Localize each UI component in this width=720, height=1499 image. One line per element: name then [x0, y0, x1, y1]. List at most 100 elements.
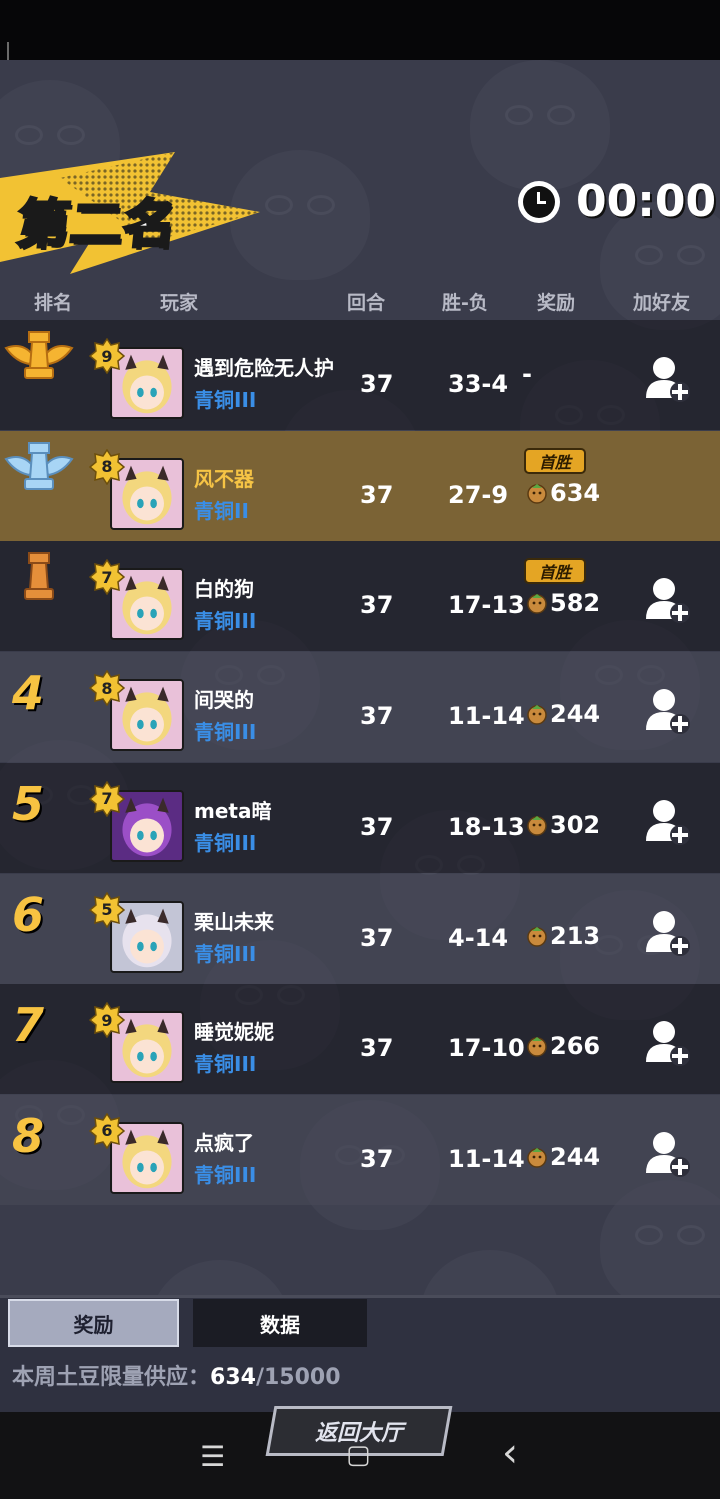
win-loss-value: 17-13 — [448, 591, 525, 620]
home-icon[interactable]: ▢ — [346, 1440, 371, 1470]
reward-value: 634 — [550, 478, 601, 507]
rounds-value: 37 — [360, 591, 394, 620]
level-badge: 7 — [88, 780, 126, 818]
supply-label: 本周土豆限量供应： — [12, 1365, 211, 1390]
player-name: meta暗 — [194, 798, 272, 823]
potato-coin-icon — [526, 592, 548, 615]
player-name: 间哭的 — [194, 688, 254, 713]
reward-value: 582 — [550, 589, 601, 618]
player-tier: 青铜III — [194, 941, 257, 966]
level-badge: 9 — [88, 337, 126, 375]
header-reward: 奖励 — [537, 292, 576, 314]
header-add-friend: 加好友 — [633, 292, 691, 314]
level-badge: 7 — [88, 559, 126, 596]
bottom-panel: 奖励 数据 本周土豆限量供应：634/15000 — [0, 1295, 720, 1412]
level-value: 7 — [101, 789, 113, 809]
weekly-supply: 本周土豆限量供应：634/15000 — [12, 1359, 341, 1391]
add-friend-icon[interactable] — [642, 1129, 692, 1179]
player-row: 4 8 间哭的 青铜III 37 11-14 244 — [0, 652, 720, 763]
win-loss-value: 17-10 — [448, 1034, 525, 1063]
player-name: 栗山未来 — [194, 909, 274, 934]
player-row: 7 白的狗青铜III 37 17-13 首胜 582 — [0, 541, 720, 652]
rounds-value: 37 — [360, 1034, 394, 1063]
supply-max: /15000 — [255, 1365, 341, 1390]
player-name: 遇到危险无人护 — [194, 356, 334, 380]
silver-trophy-icon — [2, 439, 76, 495]
player-tier: 青铜III — [194, 1162, 257, 1187]
menu-icon[interactable]: ☰ — [200, 1440, 225, 1473]
win-loss-value: 18-13 — [448, 812, 525, 841]
reward: 582 — [526, 589, 600, 617]
level-badge: 6 — [88, 1112, 126, 1150]
gold-trophy-icon — [2, 328, 76, 384]
header-rank: 排名 — [34, 292, 73, 314]
level-badge: 8 — [88, 669, 126, 707]
player-row: 9 遇到危险无人护 青铜III 37 33-4- — [0, 320, 720, 430]
reward-value: 244 — [550, 700, 601, 729]
level-value: 9 — [101, 346, 113, 366]
reward: 634 — [526, 479, 600, 507]
player-name: 睡觉妮妮 — [194, 1020, 274, 1045]
player-row: 8 6 点疯了青铜III 37 11-14 244 — [0, 1094, 720, 1205]
add-friend-icon[interactable] — [642, 354, 692, 404]
player-tier: 青铜III — [194, 720, 257, 745]
win-loss-value: 11-14 — [448, 1144, 525, 1173]
first-win-badge: 首胜 — [524, 558, 586, 585]
player-tier: 青铜III — [194, 609, 257, 634]
reward-value: 266 — [550, 1032, 601, 1061]
potato-coin-icon — [526, 814, 548, 836]
reward-value: 302 — [550, 810, 601, 839]
rank-number: 6 — [12, 887, 45, 942]
rounds-value: 37 — [360, 923, 394, 952]
supply-current: 634 — [210, 1365, 256, 1390]
potato-coin-icon — [526, 482, 548, 504]
header-player: 玩家 — [160, 292, 199, 314]
reward: 302 — [526, 811, 600, 839]
rank-number: 4 — [12, 666, 45, 721]
add-friend-icon[interactable] — [642, 575, 692, 625]
player-name: 白的狗 — [194, 577, 254, 602]
rounds-value: 37 — [360, 370, 394, 398]
tab-reward[interactable]: 奖励 — [8, 1299, 179, 1347]
add-friend-icon[interactable] — [642, 1018, 692, 1068]
level-value: 8 — [101, 678, 113, 698]
rank-number: 8 — [12, 1108, 45, 1163]
reward: 244 — [526, 700, 600, 728]
player-name: 点疯了 — [194, 1130, 254, 1155]
level-value: 8 — [101, 457, 113, 477]
rounds-value: 37 — [360, 702, 394, 731]
reward: 244 — [526, 1143, 600, 1171]
tab-data[interactable]: 数据 — [193, 1299, 367, 1347]
level-badge: 5 — [88, 891, 126, 928]
rounds-value: 37 — [360, 812, 394, 841]
rounds-value: 37 — [360, 1144, 394, 1173]
win-loss-value: 33-4 — [448, 370, 509, 398]
player-row: 6 5 栗山未来 青铜III 37 4-14 213 — [0, 873, 720, 984]
add-friend-icon[interactable] — [642, 686, 692, 736]
player-tier: 青铜III — [194, 830, 257, 855]
level-value: 6 — [101, 1121, 113, 1141]
level-badge: 8 — [88, 448, 126, 486]
first-win-badge: 首胜 — [524, 447, 586, 474]
level-badge: 9 — [88, 1001, 126, 1039]
potato-coin-icon — [526, 925, 548, 947]
add-friend-icon[interactable] — [642, 797, 692, 847]
rank-number: 7 — [12, 998, 45, 1053]
player-tier: 青铜II — [194, 498, 249, 523]
header-rounds: 回合 — [347, 292, 386, 314]
add-friend-icon[interactable] — [642, 908, 692, 958]
win-loss-value: 4-14 — [448, 923, 509, 952]
win-loss-value: 27-9 — [448, 480, 509, 509]
back-icon[interactable]: ‹ — [502, 1430, 518, 1476]
player-row: 7 9 睡觉妮妮 青铜III 37 17-10 266 — [0, 984, 720, 1095]
reward-value: - — [522, 360, 532, 388]
player-row: 5 7 meta暗青铜III 37 18-13 302 — [0, 762, 720, 873]
player-name: 风不器 — [194, 466, 254, 491]
clock-icon — [518, 180, 560, 223]
potato-coin-icon — [526, 1146, 548, 1168]
rank-number: 5 — [12, 776, 45, 831]
level-value: 7 — [101, 567, 113, 587]
timer: 00:00 — [518, 176, 716, 227]
page-title: 第二名 — [13, 194, 181, 257]
bronze-trophy-icon — [2, 549, 76, 605]
